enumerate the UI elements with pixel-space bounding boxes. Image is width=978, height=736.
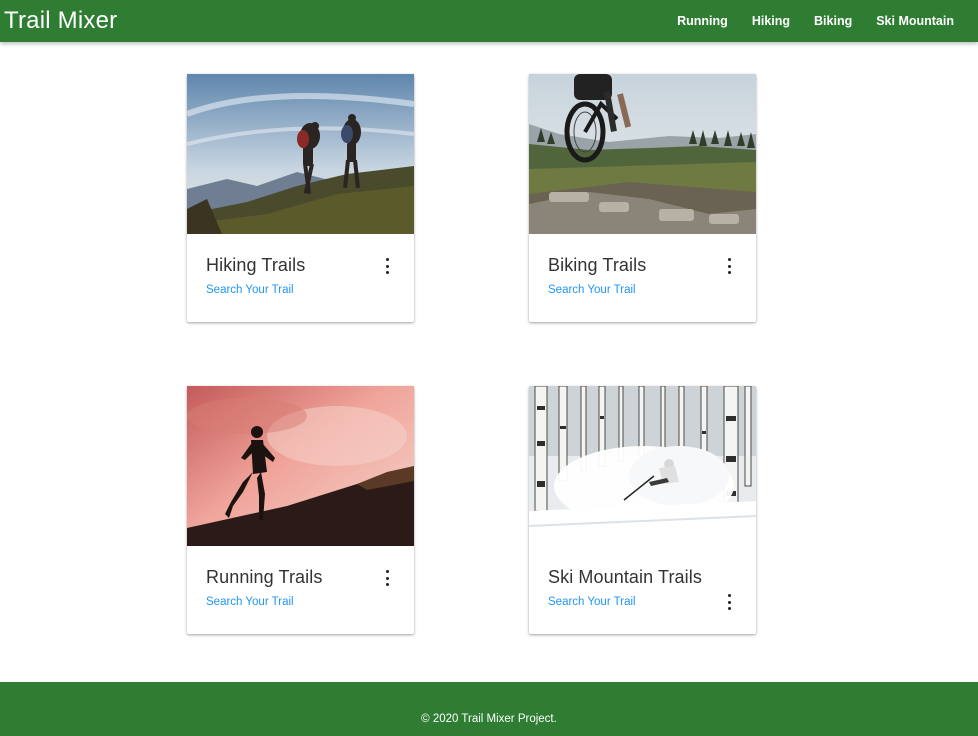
search-your-trail-link[interactable]: Search Your Trail [206, 284, 294, 296]
card-title[interactable]: Running Trails [206, 566, 395, 588]
skier-in-aspens-image[interactable] [529, 386, 756, 546]
ski-mountain-trails-card: Ski Mountain Trails Search Your Trail [529, 386, 756, 634]
search-your-trail-link[interactable]: Search Your Trail [548, 596, 636, 608]
nav-link-biking[interactable]: Biking [802, 14, 864, 28]
search-your-trail-link[interactable]: Search Your Trail [206, 596, 294, 608]
more-vert-icon[interactable] [382, 258, 392, 274]
biking-trails-card: Biking Trails Search Your Trail [529, 74, 756, 322]
footer: © 2020 Trail Mixer Project. [0, 682, 978, 736]
nav-link-hiking[interactable]: Hiking [740, 14, 802, 28]
card-title[interactable]: Hiking Trails [206, 254, 395, 276]
footer-copyright: © 2020 Trail Mixer Project. [421, 713, 557, 725]
card-title[interactable]: Ski Mountain Trails [548, 566, 737, 588]
navbar: Trail Mixer Running Hiking Biking Ski Mo… [0, 0, 978, 42]
card-content: Running Trails Search Your Trail [187, 546, 414, 610]
more-vert-icon[interactable] [724, 594, 734, 610]
more-vert-icon[interactable] [382, 570, 392, 586]
nav-link-ski-mountain[interactable]: Ski Mountain [864, 14, 966, 28]
nav-links: Running Hiking Biking Ski Mountain [665, 0, 978, 42]
nav-link-running[interactable]: Running [665, 14, 740, 28]
card-title[interactable]: Biking Trails [548, 254, 737, 276]
more-vert-icon[interactable] [724, 258, 734, 274]
mountain-biker-image[interactable] [529, 74, 756, 234]
card-content: Biking Trails Search Your Trail [529, 234, 756, 298]
running-trails-card: Running Trails Search Your Trail [187, 386, 414, 634]
card-content: Ski Mountain Trails Search Your Trail [529, 546, 756, 610]
runner-silhouette-image[interactable] [187, 386, 414, 546]
hiking-trails-card: Hiking Trails Search Your Trail [187, 74, 414, 322]
hikers-on-ridge-image[interactable] [187, 74, 414, 234]
brand-logo-link[interactable]: Trail Mixer [0, 7, 117, 35]
search-your-trail-link[interactable]: Search Your Trail [548, 284, 636, 296]
card-content: Hiking Trails Search Your Trail [187, 234, 414, 298]
